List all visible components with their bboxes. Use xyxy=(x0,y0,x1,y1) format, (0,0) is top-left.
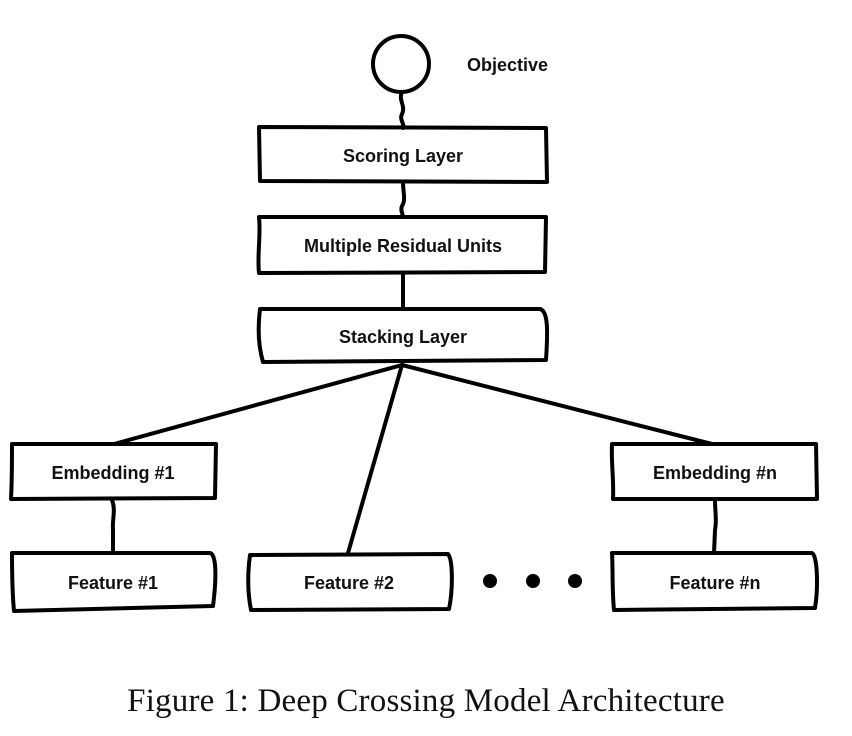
edge-stacking-embedding1 xyxy=(112,363,404,446)
embeddingn-label: Embedding #n xyxy=(653,463,777,483)
edge-embedding1-feature1 xyxy=(110,498,116,555)
figure-caption: Figure 1: Deep Crossing Model Architectu… xyxy=(127,683,725,719)
objective-label: Objective xyxy=(467,55,548,75)
residual-units-label: Multiple Residual Units xyxy=(304,236,502,256)
featuren-label: Feature #n xyxy=(669,573,760,593)
embedding1-label: Embedding #1 xyxy=(51,463,174,483)
objective-node xyxy=(371,34,431,94)
edge-embeddingn-feature n xyxy=(712,498,718,555)
edge-stacking-embeddingn xyxy=(400,363,714,446)
feature1-label: Feature #1 xyxy=(68,573,158,593)
ellipsis-dot xyxy=(526,574,540,588)
edge-stacking-feature2 xyxy=(346,363,404,555)
feature2-label: Feature #2 xyxy=(304,573,394,593)
edge-objective-scoring xyxy=(398,90,406,130)
scoring-layer-label: Scoring Layer xyxy=(343,146,463,166)
ellipsis-dot xyxy=(483,574,497,588)
architecture-diagram: Objective Scoring Layer Multiple Residua… xyxy=(9,34,819,613)
ellipsis-dot xyxy=(568,574,582,588)
stacking-layer-label: Stacking Layer xyxy=(339,327,467,347)
edge-scoring-residual xyxy=(399,180,407,219)
